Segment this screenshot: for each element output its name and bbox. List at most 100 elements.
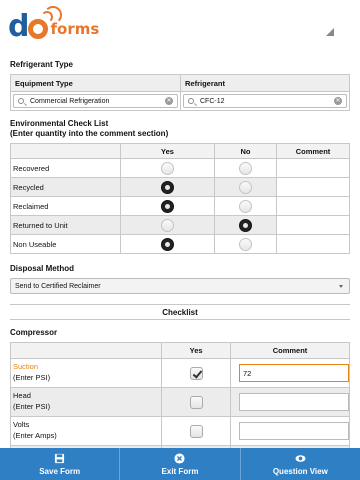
comp-comment-cell bbox=[230, 416, 350, 446]
search-icon bbox=[18, 98, 24, 104]
env-no-cell bbox=[214, 234, 277, 254]
head-label: Head bbox=[13, 391, 31, 401]
refrigerant-type-title: Refrigerant Type bbox=[10, 60, 73, 69]
refrigerant-value: CFC-12 bbox=[200, 97, 225, 105]
comp-label-header bbox=[9, 342, 163, 359]
search-icon bbox=[188, 98, 194, 104]
clear-icon[interactable]: ✕ bbox=[334, 97, 342, 105]
exit-form-button[interactable]: Exit Form bbox=[120, 448, 241, 480]
env-row-label: Recovered bbox=[10, 158, 121, 178]
head-sublabel: (Enter PSI) bbox=[13, 402, 51, 411]
question-view-label: Question View bbox=[272, 466, 328, 476]
refrigerant-input[interactable]: CFC-12 ✕ bbox=[183, 94, 347, 108]
form-content[interactable]: Refrigerant Type Equipment Type Refriger… bbox=[0, 52, 360, 448]
env-row-label: Returned to Unit bbox=[10, 215, 121, 235]
volts-label: Volts bbox=[13, 420, 30, 430]
comp-comment-header: Comment bbox=[230, 342, 350, 359]
head-checkbox[interactable] bbox=[189, 395, 203, 409]
env-yes-cell bbox=[120, 234, 215, 254]
exit-form-label: Exit Form bbox=[161, 466, 199, 476]
compressor-title: Compressor bbox=[10, 328, 58, 337]
no-radio[interactable] bbox=[239, 199, 252, 213]
refrigerant-cell: CFC-12 ✕ bbox=[180, 91, 350, 111]
env-row-label: Reclaimed bbox=[10, 196, 121, 216]
suction-label: Suction bbox=[13, 362, 39, 372]
env-row-reclaimed: Reclaimed bbox=[10, 196, 350, 216]
yes-radio[interactable] bbox=[161, 218, 174, 232]
logo-forms-text: forms bbox=[50, 20, 100, 38]
no-radio[interactable] bbox=[239, 180, 252, 194]
comp-yes-cell bbox=[161, 416, 231, 446]
env-yes-header: Yes bbox=[120, 143, 215, 159]
disposal-method-title: Disposal Method bbox=[10, 264, 75, 273]
volts-sublabel: (Enter Amps) bbox=[13, 431, 57, 440]
env-row-label: Non Useable bbox=[10, 234, 121, 254]
env-comment-input[interactable] bbox=[276, 177, 350, 197]
no-radio[interactable] bbox=[239, 161, 252, 175]
app-header: d forms bbox=[0, 0, 360, 50]
refrigerant-header: Refrigerant bbox=[180, 74, 350, 92]
save-form-button[interactable]: Save Form bbox=[0, 448, 121, 480]
env-yes-cell bbox=[120, 215, 215, 235]
close-icon bbox=[174, 452, 186, 464]
comp-comment-cell bbox=[230, 387, 350, 417]
resize-corner-icon[interactable] bbox=[326, 28, 334, 36]
question-view-button[interactable]: Question View bbox=[241, 448, 360, 480]
env-checklist-title-line1: Environmental Check List bbox=[10, 119, 109, 128]
compressor-table: Yes Comment Suction (Enter PSI) 72 Head … bbox=[9, 342, 350, 448]
env-checklist-table: Yes No Comment Recovered Recycled Reclai… bbox=[10, 143, 350, 254]
env-no-cell bbox=[214, 196, 277, 216]
yes-radio[interactable] bbox=[161, 237, 174, 251]
env-row-returned: Returned to Unit bbox=[10, 215, 350, 235]
env-comment-input[interactable] bbox=[276, 158, 350, 178]
suction-comment-input[interactable]: 72 bbox=[239, 364, 349, 382]
comp-yes-cell bbox=[161, 358, 231, 388]
env-checklist-title: Environmental Check List (Enter quantity… bbox=[10, 119, 350, 139]
no-radio[interactable] bbox=[239, 218, 252, 232]
bottom-toolbar: Save Form Exit Form Question View bbox=[0, 448, 360, 480]
env-row-recycled: Recycled bbox=[10, 177, 350, 197]
comp-yes-header: Yes bbox=[161, 342, 231, 359]
equipment-type-value: Commercial Refrigeration bbox=[30, 97, 110, 105]
equipment-type-input[interactable]: Commercial Refrigeration ✕ bbox=[13, 94, 178, 108]
disposal-method-select[interactable]: Send to Certified Reclaimer bbox=[10, 278, 350, 294]
env-no-header: No bbox=[214, 143, 277, 159]
comp-comment-cell: 72 bbox=[230, 358, 350, 388]
checklist-heading: Checklist bbox=[10, 304, 350, 320]
env-comment-input[interactable] bbox=[276, 215, 350, 235]
comp-row-volts: Volts (Enter Amps) bbox=[9, 416, 350, 446]
equipment-type-cell: Commercial Refrigeration ✕ bbox=[10, 91, 181, 111]
volts-comment-input[interactable] bbox=[239, 422, 349, 440]
env-comment-input[interactable] bbox=[276, 196, 350, 216]
no-radio[interactable] bbox=[239, 237, 252, 251]
suction-sublabel: (Enter PSI) bbox=[13, 373, 51, 382]
head-comment-input[interactable] bbox=[239, 393, 349, 411]
clear-icon[interactable]: ✕ bbox=[165, 97, 173, 105]
comp-row-label: Suction (Enter PSI) bbox=[9, 358, 163, 388]
comp-row-label: Volts (Enter Amps) bbox=[9, 416, 163, 446]
disposal-method-value: Send to Certified Reclaimer bbox=[15, 282, 101, 290]
yes-radio[interactable] bbox=[161, 161, 174, 175]
env-yes-cell bbox=[120, 177, 215, 197]
env-row-label: Recycled bbox=[10, 177, 121, 197]
env-comment-input[interactable] bbox=[276, 234, 350, 254]
logo-d-letter: d bbox=[8, 9, 30, 44]
env-checklist-title-line2: (Enter quantity into the comment section… bbox=[10, 129, 169, 138]
comp-row-head: Head (Enter PSI) bbox=[9, 387, 350, 417]
env-row-recovered: Recovered bbox=[10, 158, 350, 178]
refrigerant-table: Equipment Type Refrigerant Commercial Re… bbox=[10, 74, 350, 111]
comp-row-label: Head (Enter PSI) bbox=[9, 387, 163, 417]
env-yes-cell bbox=[120, 158, 215, 178]
comp-yes-cell bbox=[161, 387, 231, 417]
env-no-cell bbox=[214, 158, 277, 178]
eye-icon bbox=[295, 454, 306, 462]
equipment-type-header: Equipment Type bbox=[10, 74, 181, 92]
logo-signal-icon bbox=[28, 6, 63, 39]
floppy-disk-icon bbox=[55, 453, 65, 463]
env-no-cell bbox=[214, 177, 277, 197]
yes-radio[interactable] bbox=[161, 180, 174, 194]
yes-radio[interactable] bbox=[161, 199, 174, 213]
suction-checkbox[interactable] bbox=[189, 366, 203, 380]
volts-checkbox[interactable] bbox=[189, 424, 203, 438]
env-row-non-useable: Non Useable bbox=[10, 234, 350, 254]
